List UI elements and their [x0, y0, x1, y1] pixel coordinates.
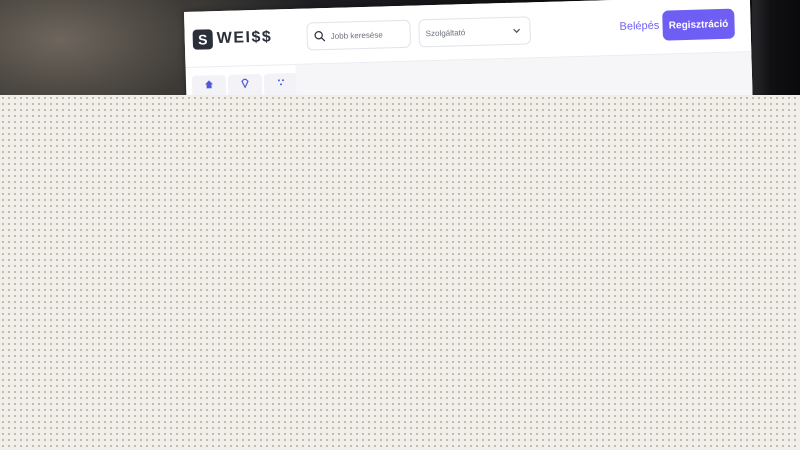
gem-icon — [241, 78, 249, 89]
search-box[interactable] — [306, 19, 412, 51]
monitor-bezel — [752, 0, 800, 100]
site-logo[interactable]: S WEI$$ — [192, 28, 272, 50]
service-select-value: Szolgáltató — [425, 27, 466, 38]
search-input[interactable] — [330, 29, 409, 41]
dotted-overlay — [0, 95, 800, 450]
logo-text: WEI$$ — [216, 28, 273, 48]
register-button[interactable]: Regisztráció — [662, 8, 735, 41]
home-icon — [205, 80, 214, 89]
search-icon — [314, 31, 326, 42]
logo-mark-icon: S — [192, 29, 214, 50]
chevron-down-icon — [513, 28, 521, 34]
sparkle-icon — [277, 79, 284, 86]
login-link[interactable]: Belépés — [619, 20, 659, 33]
service-provider-select[interactable]: Szolgáltató — [418, 16, 532, 48]
